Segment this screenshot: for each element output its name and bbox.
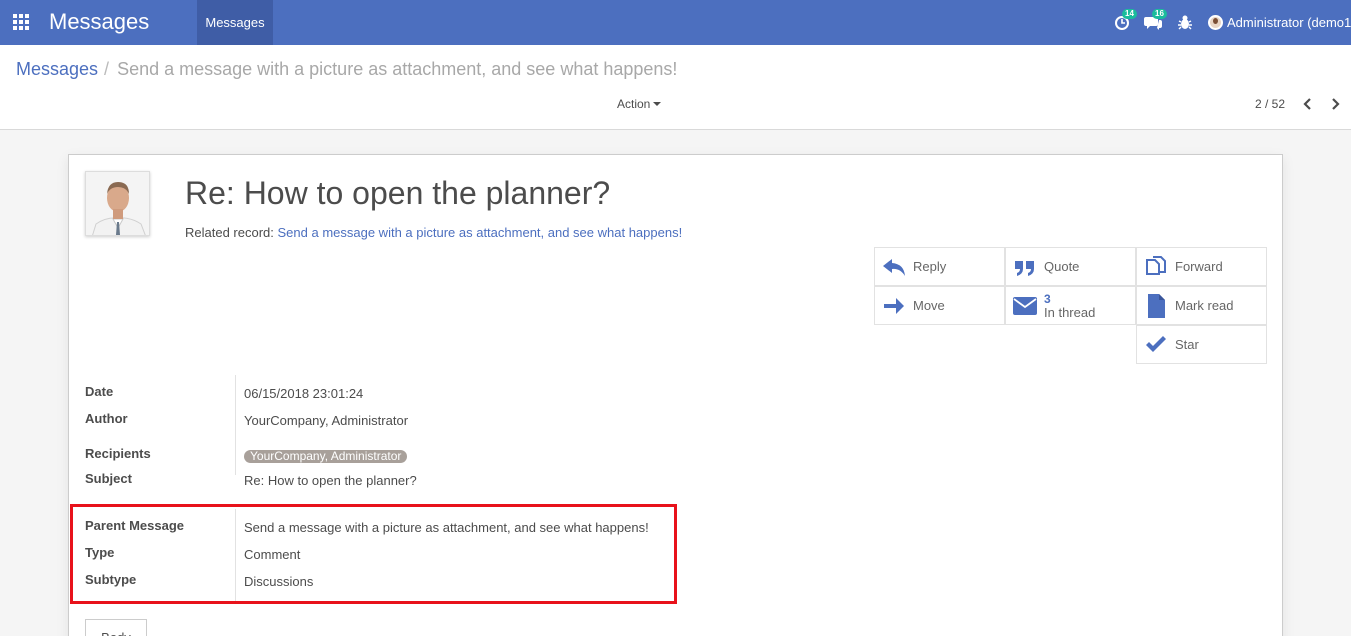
breadcrumb-separator: / [104,59,110,79]
forward-label: Forward [1175,259,1223,274]
control-panel: Messages / Send a message with a picture a… [0,45,1351,130]
chevron-right-icon[interactable] [1330,97,1342,111]
parent-message-link[interactable]: Send a message with a picture as attachm… [244,520,649,535]
type-value: Comment [244,547,301,562]
related-label: Related record: [185,225,278,240]
mark-read-button[interactable]: Mark read [1136,286,1267,325]
user-menu[interactable]: Administrator (demo1 [1208,12,1351,32]
quote-button[interactable]: Quote [1005,247,1136,286]
debug-bug-icon[interactable] [1177,14,1195,32]
forward-button[interactable]: Forward [1136,247,1267,286]
reply-button[interactable]: Reply [874,247,1005,286]
star-label: Star [1175,337,1199,352]
chat-badge: 16 [1152,9,1167,19]
subtype-link[interactable]: Discussions [244,574,313,589]
author-link[interactable]: YourCompany, Administrator [244,413,408,428]
recipient-tag[interactable]: YourCompany, Administrator [244,450,408,463]
chevron-left-icon[interactable] [1303,97,1315,111]
user-name: Administrator (demo1 [1227,14,1351,30]
field-separator-2 [235,509,236,603]
apps-grid-icon[interactable] [13,14,31,32]
top-navbar: Messages Messages 14 16 Administrator (d… [0,0,1351,45]
button-box: Reply Quote Forward Move 3 In thread Mar… [874,247,1268,365]
caret-down-icon [653,102,662,106]
action-label: Action [617,97,651,111]
subtype-label: Subtype [85,572,137,587]
form-sheet: Re: How to open the planner? Related rec… [68,154,1283,636]
tab-body[interactable]: Body [85,619,147,636]
activity-badge: 14 [1122,9,1137,19]
date-value: 06/15/2018 23:01:24 [244,386,364,401]
thread-count: 3 [1044,291,1051,306]
forward-copy-icon [1143,255,1169,279]
star-button[interactable]: Star [1136,325,1267,364]
reply-label: Reply [913,259,947,274]
check-icon [1143,333,1169,357]
mark-read-label: Mark read [1175,298,1234,313]
pager-value[interactable]: 2 / 52 [1255,97,1285,111]
move-button[interactable]: Move [874,286,1005,325]
reply-icon [881,255,907,279]
related-record: Related record: Send a message with a pi… [185,225,682,240]
related-record-link[interactable]: Send a message with a picture as attachm… [278,225,683,240]
breadcrumb-current: Send a message with a picture as attachm… [117,59,678,79]
action-dropdown-button[interactable]: Action [617,97,662,111]
parent-message-label: Parent Message [85,518,184,533]
envelope-icon [1012,294,1038,318]
record-title: Re: How to open the planner? [185,175,611,211]
date-label: Date [85,384,114,399]
field-separator [235,375,236,475]
author-label: Author [85,411,128,426]
in-thread-stat: 3 In thread [1044,292,1095,320]
chat-icon[interactable]: 16 [1144,9,1167,32]
thread-label: In thread [1044,304,1096,320]
move-label: Move [913,298,945,313]
subject-value: Re: How to open the planner? [244,473,417,488]
breadcrumb: Messages / Send a message with a picture a… [16,59,677,80]
file-icon [1143,293,1169,318]
breadcrumb-messages[interactable]: Messages [16,59,98,79]
user-avatar-icon [1208,14,1223,30]
recipients-label: Recipients [85,446,151,461]
app-title: Messages [49,9,150,34]
menu-messages[interactable]: Messages [197,0,273,45]
subject-label: Subject [85,471,132,486]
quote-label: Quote [1044,259,1080,274]
quote-icon [1012,255,1038,279]
activity-clock-icon[interactable]: 14 [1114,9,1137,32]
arrow-right-icon [881,294,907,318]
author-photo [85,171,150,236]
in-thread-button[interactable]: 3 In thread [1005,286,1136,325]
recipients-value: YourCompany, Administrator [244,448,408,463]
type-label: Type [85,545,115,560]
